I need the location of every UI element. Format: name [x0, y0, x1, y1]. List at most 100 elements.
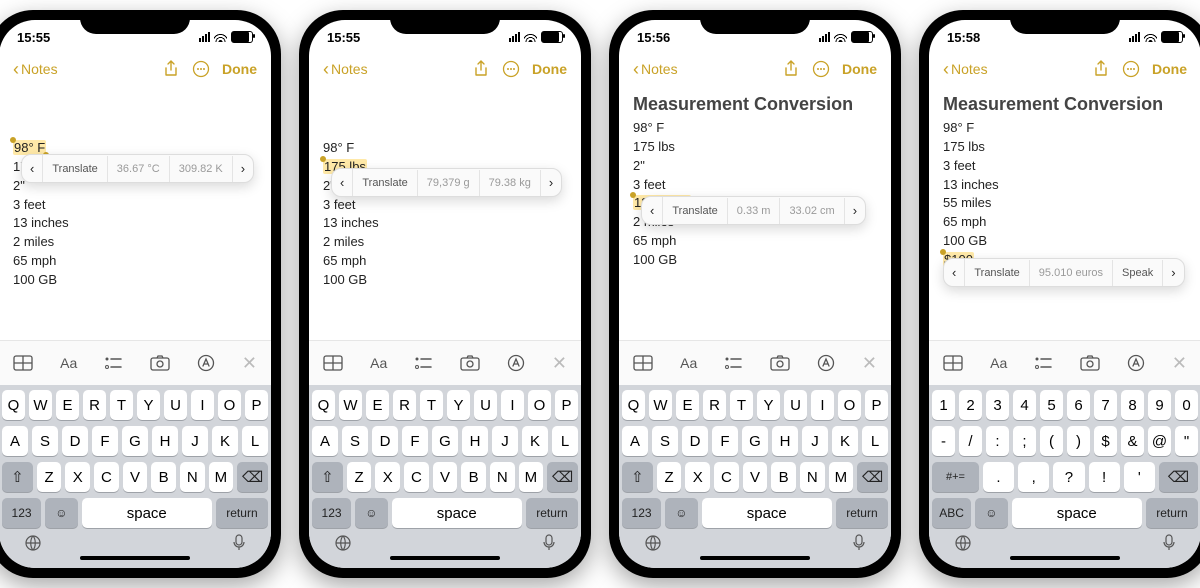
key-?[interactable]: ? — [1053, 462, 1084, 492]
home-indicator[interactable] — [700, 556, 810, 560]
font-icon[interactable]: Aa — [370, 355, 387, 371]
more-icon[interactable] — [502, 60, 520, 78]
key-&[interactable]: & — [1121, 426, 1144, 456]
key-J[interactable]: J — [802, 426, 828, 456]
key-K[interactable]: K — [522, 426, 548, 456]
key-H[interactable]: H — [772, 426, 798, 456]
key-V[interactable]: V — [433, 462, 458, 492]
done-button[interactable]: Done — [222, 61, 257, 77]
key-K[interactable]: K — [212, 426, 238, 456]
key-V[interactable]: V — [123, 462, 148, 492]
mic-icon[interactable] — [852, 534, 866, 552]
share-icon[interactable] — [782, 60, 800, 78]
key-⇧[interactable]: ⇧ — [622, 462, 653, 492]
key-P[interactable]: P — [245, 390, 268, 420]
key-B[interactable]: B — [151, 462, 176, 492]
table-icon[interactable] — [633, 355, 653, 371]
key--[interactable]: - — [932, 426, 955, 456]
share-icon[interactable] — [162, 60, 180, 78]
popover-item-3[interactable]: 309.82 K — [170, 156, 233, 182]
key-X[interactable]: X — [375, 462, 400, 492]
camera-icon[interactable] — [460, 355, 480, 371]
key-space[interactable]: space — [392, 498, 522, 528]
key-Z[interactable]: Z — [347, 462, 372, 492]
globe-icon[interactable] — [334, 534, 352, 552]
popover-item-2[interactable]: 95.010 euros — [1030, 260, 1113, 286]
key-L[interactable]: L — [552, 426, 578, 456]
font-icon[interactable]: Aa — [680, 355, 697, 371]
key-⌫[interactable]: ⌫ — [1159, 462, 1198, 492]
key-V[interactable]: V — [743, 462, 768, 492]
key-W[interactable]: W — [29, 390, 52, 420]
key-☺[interactable]: ☺ — [665, 498, 698, 528]
key-123[interactable]: 123 — [312, 498, 351, 528]
markup-icon[interactable] — [1127, 354, 1145, 372]
key-U[interactable]: U — [784, 390, 807, 420]
conversion-popover[interactable]: ‹Translate95.010 eurosSpeak› — [943, 258, 1185, 287]
key-E[interactable]: E — [366, 390, 389, 420]
note-body[interactable]: ‹Translate79,379 g79.38 kg›.98° F175 lbs… — [309, 88, 581, 340]
key-return[interactable]: return — [1146, 498, 1198, 528]
mic-icon[interactable] — [542, 534, 556, 552]
key-,[interactable]: , — [1018, 462, 1049, 492]
close-icon[interactable]: ✕ — [1172, 353, 1187, 374]
note-body[interactable]: ‹Translate95.010 eurosSpeak›Measurement … — [929, 88, 1200, 340]
key-N[interactable]: N — [180, 462, 205, 492]
key-G[interactable]: G — [122, 426, 148, 456]
key-space[interactable]: space — [702, 498, 832, 528]
done-button[interactable]: Done — [532, 61, 567, 77]
key-⌫[interactable]: ⌫ — [857, 462, 888, 492]
key-R[interactable]: R — [393, 390, 416, 420]
key-A[interactable]: A — [2, 426, 28, 456]
keyboard[interactable]: QWERTYUIOPASDFGHJKL⇧ZXCVBNM⌫123☺spaceret… — [619, 385, 891, 568]
more-icon[interactable] — [812, 60, 830, 78]
markup-icon[interactable] — [197, 354, 215, 372]
key-J[interactable]: J — [492, 426, 518, 456]
key-Q[interactable]: Q — [312, 390, 335, 420]
key-![interactable]: ! — [1089, 462, 1120, 492]
key-return[interactable]: return — [216, 498, 268, 528]
popover-item-0[interactable]: ‹ — [22, 155, 43, 182]
key-☺[interactable]: ☺ — [355, 498, 388, 528]
key-Z[interactable]: Z — [657, 462, 682, 492]
popover-item-0[interactable]: ‹ — [642, 197, 663, 224]
popover-item-0[interactable]: ‹ — [332, 169, 353, 196]
conversion-popover[interactable]: ‹Translate0.33 m33.02 cm› — [641, 196, 866, 225]
key-space[interactable]: space — [82, 498, 212, 528]
checklist-icon[interactable] — [724, 356, 742, 370]
key-return[interactable]: return — [526, 498, 578, 528]
key-:[interactable]: : — [986, 426, 1009, 456]
keyboard[interactable]: QWERTYUIOPASDFGHJKL⇧ZXCVBNM⌫123☺spaceret… — [0, 385, 271, 568]
key-I[interactable]: I — [191, 390, 214, 420]
mic-icon[interactable] — [1162, 534, 1176, 552]
popover-item-2[interactable]: 36.67 °C — [108, 156, 170, 182]
key-T[interactable]: T — [110, 390, 133, 420]
key-7[interactable]: 7 — [1094, 390, 1117, 420]
key-#+=[interactable]: #+= — [932, 462, 979, 492]
globe-icon[interactable] — [24, 534, 42, 552]
back-button[interactable]: ‹Notes — [323, 60, 368, 78]
checklist-icon[interactable] — [414, 356, 432, 370]
key-P[interactable]: P — [865, 390, 888, 420]
key-X[interactable]: X — [65, 462, 90, 492]
selection[interactable]: 98° F — [13, 140, 46, 155]
key-0[interactable]: 0 — [1175, 390, 1198, 420]
key-I[interactable]: I — [501, 390, 524, 420]
key-3[interactable]: 3 — [986, 390, 1009, 420]
home-indicator[interactable] — [80, 556, 190, 560]
key-6[interactable]: 6 — [1067, 390, 1090, 420]
key-⇧[interactable]: ⇧ — [312, 462, 343, 492]
popover-item-4[interactable]: › — [845, 197, 865, 224]
key-O[interactable]: O — [838, 390, 861, 420]
key-([interactable]: ( — [1040, 426, 1063, 456]
key-F[interactable]: F — [92, 426, 118, 456]
key-B[interactable]: B — [461, 462, 486, 492]
popover-item-3[interactable]: 79.38 kg — [480, 170, 541, 196]
key-$[interactable]: $ — [1094, 426, 1117, 456]
key-⌫[interactable]: ⌫ — [547, 462, 578, 492]
key-ABC[interactable]: ABC — [932, 498, 971, 528]
key-;[interactable]: ; — [1013, 426, 1036, 456]
key-A[interactable]: A — [312, 426, 338, 456]
key-M[interactable]: M — [829, 462, 854, 492]
share-icon[interactable] — [472, 60, 490, 78]
